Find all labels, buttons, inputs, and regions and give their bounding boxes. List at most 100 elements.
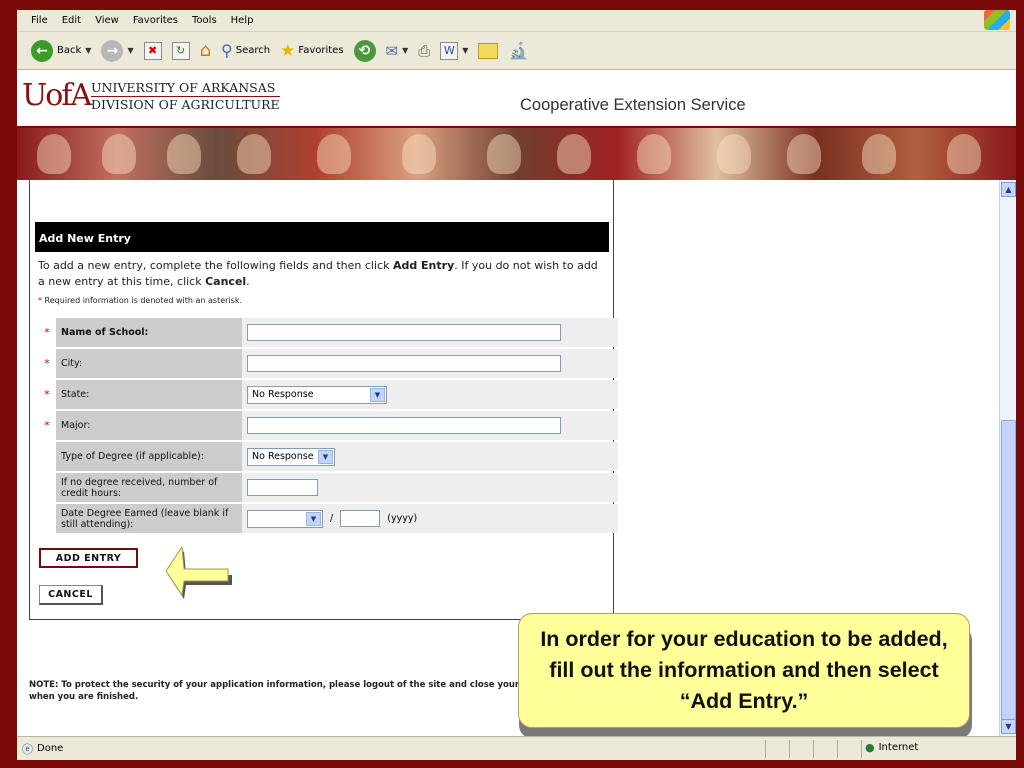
favorites-label: Favorites bbox=[298, 45, 344, 56]
state-label: State: bbox=[56, 380, 242, 409]
status-bar: ⓔ Done ● Internet bbox=[17, 736, 1016, 760]
university-title: UNIVERSITY OF ARKANSAS bbox=[91, 80, 276, 95]
required-asterisk: * bbox=[38, 411, 56, 440]
mail-button[interactable]: ✉ ▼ bbox=[386, 42, 409, 60]
forward-button[interactable]: → ▼ bbox=[101, 39, 134, 62]
empty-cell bbox=[38, 442, 56, 471]
history-button[interactable]: ⟲ bbox=[353, 39, 376, 62]
research-button[interactable]: 🔬 bbox=[508, 41, 528, 60]
add-entry-button[interactable]: ADD ENTRY bbox=[39, 548, 138, 568]
entry-form-table: * Name of School: * City: * State: No Re… bbox=[38, 316, 618, 535]
form-cell bbox=[242, 318, 618, 347]
dropdown-arrow-icon[interactable]: ▼ bbox=[127, 46, 133, 55]
form-row: * State: No Response ▼ bbox=[38, 380, 618, 409]
search-button[interactable]: ⚲ Search bbox=[221, 41, 270, 60]
instructions-text: . bbox=[246, 275, 250, 288]
degree-type-value: No Response bbox=[252, 451, 314, 462]
favorites-button[interactable]: ★ Favorites bbox=[280, 41, 343, 61]
back-label: Back bbox=[57, 45, 82, 56]
edit-button[interactable]: W ▼ bbox=[440, 41, 468, 60]
form-row: * Name of School: bbox=[38, 318, 618, 347]
refresh-button[interactable]: ↻ bbox=[171, 41, 190, 60]
state-select-value: No Response bbox=[252, 389, 314, 400]
form-title: Add New Entry bbox=[35, 222, 609, 252]
degree-type-select[interactable]: No Response ▼ bbox=[247, 447, 335, 466]
print-icon: ⎙ bbox=[418, 41, 431, 60]
security-zone: ● Internet bbox=[865, 741, 918, 754]
menu-view[interactable]: View bbox=[95, 15, 119, 26]
degree-type-label: Type of Degree (if applicable): bbox=[56, 442, 242, 471]
date-earned-label: Date Degree Earned (leave blank if still… bbox=[56, 504, 242, 533]
date-separator: / bbox=[330, 513, 334, 524]
form-cell: No Response ▼ bbox=[242, 442, 618, 471]
home-button[interactable]: ⌂ bbox=[200, 40, 211, 61]
menu-file[interactable]: File bbox=[31, 15, 48, 26]
school-label: Name of School: bbox=[56, 318, 242, 347]
scroll-up-icon[interactable]: ▲ bbox=[1001, 182, 1016, 197]
chevron-down-icon[interactable]: ▼ bbox=[370, 387, 385, 402]
page-content: Add New Entry To add a new entry, comple… bbox=[17, 180, 999, 739]
refresh-icon: ↻ bbox=[171, 41, 190, 60]
major-input[interactable] bbox=[247, 417, 561, 434]
menu-help[interactable]: Help bbox=[231, 15, 254, 26]
cancel-button[interactable]: CANCEL bbox=[39, 585, 103, 605]
globe-icon: ● bbox=[865, 741, 875, 754]
form-row: * City: bbox=[38, 349, 618, 378]
menu-edit[interactable]: Edit bbox=[62, 15, 81, 26]
scroll-down-icon[interactable]: ▼ bbox=[1001, 719, 1016, 734]
status-divider bbox=[861, 740, 862, 758]
form-row: * Major: bbox=[38, 411, 618, 440]
status-divider bbox=[789, 740, 790, 758]
status-divider bbox=[813, 740, 814, 758]
form-instructions: To add a new entry, complete the followi… bbox=[38, 258, 598, 290]
chevron-down-icon[interactable]: ▼ bbox=[306, 511, 321, 526]
discuss-button[interactable] bbox=[478, 42, 499, 59]
credit-hours-input[interactable] bbox=[247, 479, 318, 496]
menu-tools[interactable]: Tools bbox=[192, 15, 217, 26]
status-divider bbox=[765, 740, 766, 758]
form-cell: No Response ▼ bbox=[242, 380, 618, 409]
instructions-add-entry: Add Entry bbox=[392, 259, 455, 272]
state-select[interactable]: No Response ▼ bbox=[247, 385, 387, 404]
school-name-input[interactable] bbox=[247, 324, 561, 341]
vertical-scrollbar[interactable]: ▲ ▼ bbox=[999, 180, 1016, 736]
back-button[interactable]: ← Back ▼ bbox=[31, 39, 91, 62]
site-header: UofA UNIVERSITY OF ARKANSAS DIVISION OF … bbox=[17, 70, 1016, 128]
dropdown-arrow-icon[interactable]: ▼ bbox=[85, 46, 91, 55]
pointing-arrow-icon bbox=[166, 547, 232, 599]
windows-logo-icon bbox=[984, 10, 1010, 30]
menu-favorites[interactable]: Favorites bbox=[133, 15, 178, 26]
dropdown-arrow-icon[interactable]: ▼ bbox=[402, 46, 408, 55]
dropdown-arrow-icon[interactable]: ▼ bbox=[462, 46, 468, 55]
form-cell bbox=[242, 349, 618, 378]
required-asterisk: * bbox=[38, 349, 56, 378]
required-asterisk: * bbox=[38, 380, 56, 409]
stop-icon: ✖ bbox=[143, 41, 162, 60]
forward-arrow-icon: → bbox=[101, 39, 124, 62]
university-name: UNIVERSITY OF ARKANSAS DIVISION OF AGRIC… bbox=[91, 80, 280, 113]
service-title: Cooperative Extension Service bbox=[520, 96, 746, 114]
required-note-text: Required information is denoted with an … bbox=[44, 296, 243, 305]
browser-window: File Edit View Favorites Tools Help ← Ba… bbox=[17, 10, 1016, 760]
uofa-logo: UofA bbox=[22, 78, 92, 113]
star-icon: ★ bbox=[280, 40, 296, 61]
required-note: * Required information is denoted with a… bbox=[38, 296, 242, 305]
form-row: Date Degree Earned (leave blank if still… bbox=[38, 504, 618, 533]
print-button[interactable]: ⎙ bbox=[418, 42, 430, 60]
empty-cell bbox=[38, 504, 56, 533]
form-cell bbox=[242, 473, 618, 502]
browser-toolbar: ← Back ▼ → ▼ ✖ ↻ ⌂ ⚲ Search ★ Favorites … bbox=[17, 32, 1016, 70]
folder-icon bbox=[478, 42, 499, 59]
year-input[interactable] bbox=[340, 510, 381, 527]
form-cell: ▼ / (yyyy) bbox=[242, 504, 618, 533]
stop-button[interactable]: ✖ bbox=[143, 41, 162, 60]
city-input[interactable] bbox=[247, 355, 561, 372]
chevron-down-icon[interactable]: ▼ bbox=[318, 449, 333, 464]
month-select[interactable]: ▼ bbox=[247, 509, 323, 528]
menu-bar: File Edit View Favorites Tools Help bbox=[17, 10, 1016, 32]
city-label: City: bbox=[56, 349, 242, 378]
scroll-thumb[interactable] bbox=[1001, 420, 1016, 720]
instructions-text: To add a new entry, complete the followi… bbox=[38, 259, 393, 272]
photo-banner bbox=[17, 128, 1016, 180]
credit-hours-label: If no degree received, number of credit … bbox=[56, 473, 242, 502]
